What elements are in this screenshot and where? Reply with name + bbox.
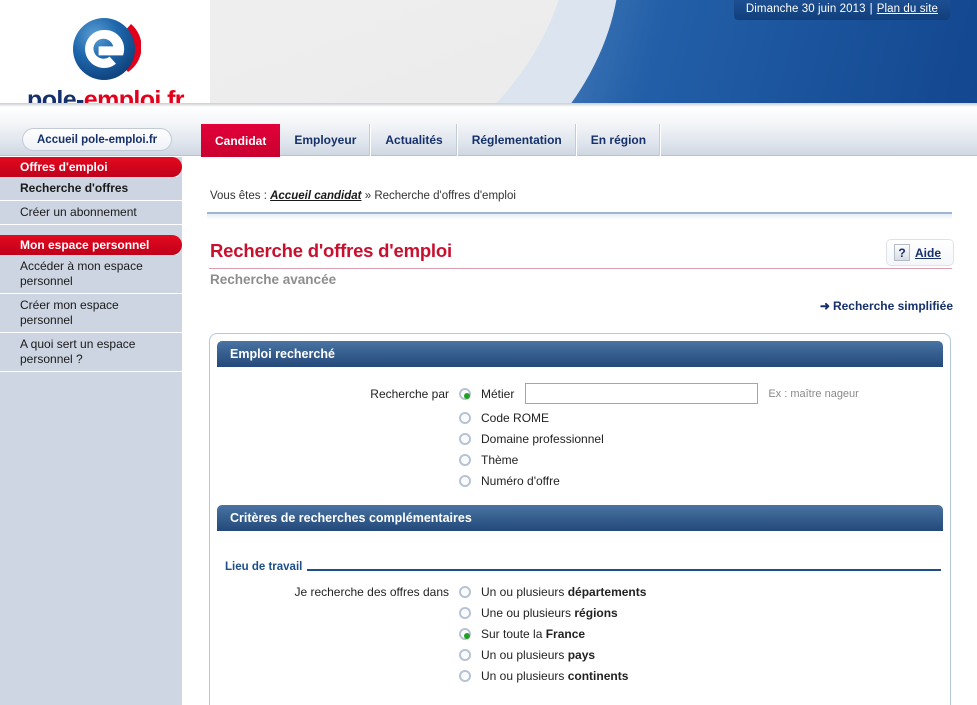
radio-label-regions[interactable]: Une ou plusieurs régions [471, 606, 618, 620]
sidebar-heading-offres: Offres d'emploi [0, 157, 182, 177]
content-top-rule [207, 212, 952, 219]
legend-lieu-de-travail-label: Lieu de travail [225, 561, 302, 573]
search-by-row-numero-offre: Numéro d'offre [217, 474, 943, 488]
radio-label-metier[interactable]: Métier [471, 387, 514, 401]
sidebar-block-espace-personnel: Mon espace personnel Accéder à mon espac… [0, 235, 182, 372]
site-header: pole-emploi.fr Dimanche 30 juin 2013|Pla… [0, 0, 977, 120]
radio-label-pays-prefix: Un ou plusieurs [481, 648, 568, 662]
radio-label-numero-offre[interactable]: Numéro d'offre [471, 474, 560, 488]
breadcrumb-link-accueil-candidat[interactable]: Accueil candidat [270, 190, 361, 202]
radio-continents[interactable] [459, 670, 471, 682]
radio-numero-offre[interactable] [459, 475, 471, 487]
sidebar-item-creer-espace[interactable]: Créer mon espace personnel [0, 294, 182, 333]
recherche-simplifiee-link[interactable]: ➜Recherche simplifiée [820, 299, 953, 313]
radio-label-continents-prefix: Un ou plusieurs [481, 669, 568, 683]
sidebar-item-a-quoi-sert[interactable]: A quoi sert un espace personnel ? [0, 333, 182, 372]
search-by-row-code-rome: Code ROME [217, 411, 943, 425]
radio-label-departements-strong: départements [568, 585, 647, 599]
recherche-simplifiee-label: Recherche simplifiée [833, 299, 953, 313]
nav-tabs: Candidat Employeur Actualités Réglementa… [201, 124, 661, 156]
breadcrumb-prefix: Vous êtes : [210, 190, 267, 202]
radio-label-theme[interactable]: Thème [471, 453, 518, 467]
sidebar-item-recherche-offres[interactable]: Recherche d'offres [0, 177, 182, 201]
radio-label-france-prefix: Sur toute la [481, 627, 546, 641]
workplace-row-pays: Un ou plusieurs pays [217, 648, 943, 662]
legend-rule [307, 569, 941, 571]
main-content: Vous êtes : Accueil candidat » Recherche… [182, 157, 977, 705]
page-title-underline [209, 268, 952, 269]
page-root: pole-emploi.fr Dimanche 30 juin 2013|Pla… [0, 0, 977, 705]
radio-regions[interactable] [459, 607, 471, 619]
workplace-row-france: Sur toute la France [217, 627, 943, 641]
radio-metier[interactable] [459, 388, 471, 400]
search-by-row-domaine: Domaine professionnel [217, 432, 943, 446]
workplace-row-regions: Une ou plusieurs régions [217, 606, 943, 620]
search-by-row-theme: Thème [217, 453, 943, 467]
radio-label-pays-strong: pays [568, 648, 595, 662]
workplace-row-departements: Je recherche des offres dans Un ou plusi… [217, 585, 943, 599]
aide-button[interactable]: ? Aide [886, 239, 954, 266]
breadcrumb-current: Recherche d'offres d'emploi [374, 190, 516, 202]
aide-label: Aide [915, 246, 941, 260]
radio-domaine-professionnel[interactable] [459, 433, 471, 445]
radio-departements[interactable] [459, 586, 471, 598]
sidebar-item-creer-abonnement[interactable]: Créer un abonnement [0, 201, 182, 225]
arrow-right-icon: ➜ [820, 299, 833, 313]
nav-tab-employeur[interactable]: Employeur [280, 124, 371, 156]
breadcrumb: Vous êtes : Accueil candidat » Recherche… [210, 190, 516, 202]
radio-label-pays[interactable]: Un ou plusieurs pays [471, 648, 595, 662]
legend-lieu-de-travail: Lieu de travail [225, 561, 941, 573]
logo-e-icon [71, 14, 141, 84]
sidebar-heading-espace-personnel: Mon espace personnel [0, 235, 182, 255]
metier-input[interactable] [525, 383, 758, 404]
section-body-emploi-recherche: Recherche par Métier Ex : maître nageur … [217, 367, 943, 505]
sitemap-link[interactable]: Plan du site [877, 3, 938, 15]
nav-tab-candidat[interactable]: Candidat [201, 124, 280, 158]
pole-emploi-logo[interactable]: pole-emploi.fr [18, 14, 193, 104]
section-body-criteres-complementaires: Lieu de travail Je recherche des offres … [217, 531, 943, 700]
question-mark-icon: ? [894, 244, 910, 261]
radio-label-continents[interactable]: Un ou plusieurs continents [471, 669, 628, 683]
nav-tab-actualites[interactable]: Actualités [371, 124, 457, 156]
radio-code-rome[interactable] [459, 412, 471, 424]
radio-label-code-rome[interactable]: Code ROME [471, 411, 549, 425]
datebar-separator: | [866, 3, 877, 15]
search-by-row-metier: Recherche par Métier Ex : maître nageur [217, 383, 943, 404]
section-header-criteres-complementaires: Critères de recherches complémentaires [217, 505, 943, 531]
breadcrumb-separator: » [365, 190, 371, 202]
radio-pays[interactable] [459, 649, 471, 661]
sidebar: Offres d'emploi Recherche d'offres Créer… [0, 157, 182, 705]
nav-tab-reglementation[interactable]: Réglementation [458, 124, 577, 156]
radio-label-regions-strong: régions [574, 606, 617, 620]
radio-label-sur-toute-la-france[interactable]: Sur toute la France [471, 627, 585, 641]
current-date: Dimanche 30 juin 2013 [746, 3, 866, 15]
radio-label-regions-prefix: Une ou plusieurs [481, 606, 574, 620]
radio-theme[interactable] [459, 454, 471, 466]
radio-sur-toute-la-france[interactable] [459, 628, 471, 640]
main-navigation: Accueil pole-emploi.fr Candidat Employeu… [0, 107, 977, 156]
radio-label-france-strong: France [546, 627, 585, 641]
nav-tab-en-region[interactable]: En région [577, 124, 661, 156]
metier-input-hint: Ex : maître nageur [758, 388, 859, 400]
workplace-label: Je recherche des offres dans [217, 585, 459, 599]
date-and-sitemap-bar: Dimanche 30 juin 2013|Plan du site [734, 0, 950, 20]
radio-label-departements-prefix: Un ou plusieurs [481, 585, 568, 599]
search-form-panel: Emploi recherché Recherche par Métier Ex… [209, 333, 951, 705]
search-by-label: Recherche par [217, 387, 459, 401]
workplace-row-continents: Un ou plusieurs continents [217, 669, 943, 683]
radio-label-continents-strong: continents [568, 669, 629, 683]
section-header-emploi-recherche: Emploi recherché [217, 341, 943, 367]
radio-label-departements[interactable]: Un ou plusieurs départements [471, 585, 646, 599]
page-subtitle: Recherche avancée [210, 272, 336, 287]
sidebar-block-offres: Offres d'emploi Recherche d'offres Créer… [0, 157, 182, 225]
radio-label-domaine-professionnel[interactable]: Domaine professionnel [471, 432, 604, 446]
page-title: Recherche d'offres d'emploi [210, 240, 452, 262]
sidebar-item-acceder-espace[interactable]: Accéder à mon espace personnel [0, 255, 182, 294]
nav-home-button[interactable]: Accueil pole-emploi.fr [22, 128, 172, 151]
